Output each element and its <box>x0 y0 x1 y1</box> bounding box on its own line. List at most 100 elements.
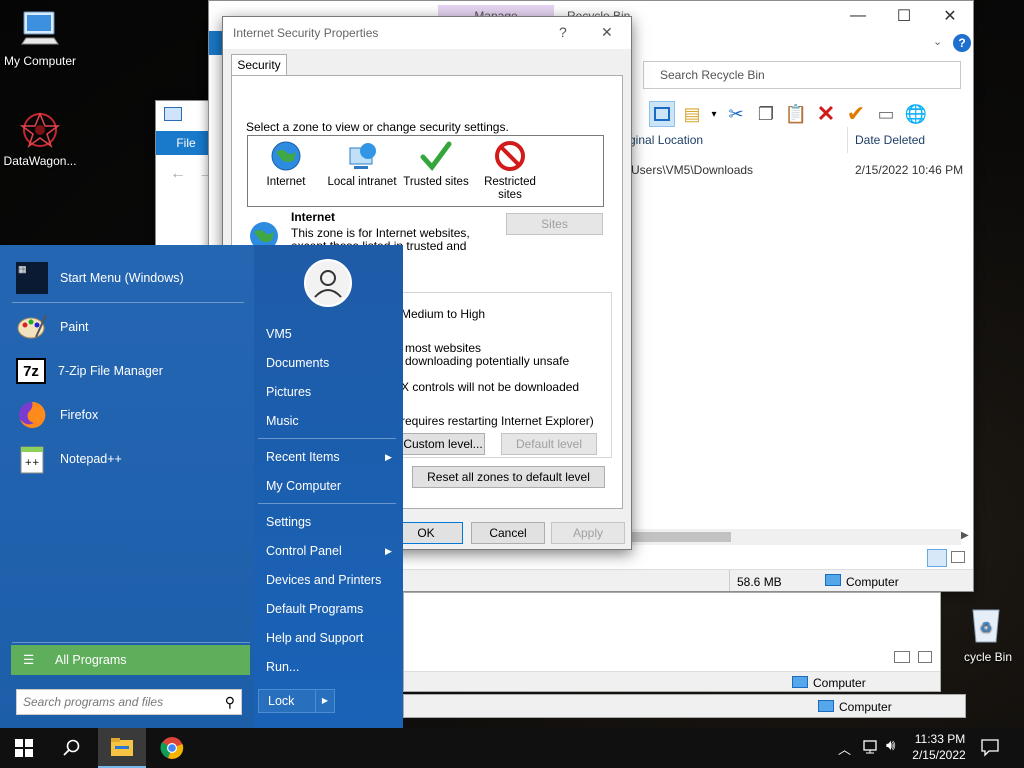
volume-icon[interactable]: 🔊︎ <box>886 737 895 754</box>
background-window-lower-2[interactable]: Computer <box>403 694 966 718</box>
background-window-lower-1[interactable]: Computer <box>403 592 941 692</box>
start-menu-separator <box>258 438 396 439</box>
zone-internet[interactable]: Internet <box>248 136 324 189</box>
rename-icon[interactable]: ▭ <box>873 101 899 127</box>
start-menu-link-run[interactable]: Run... <box>266 660 299 674</box>
reset-all-zones-button[interactable]: Reset all zones to default level <box>412 466 605 488</box>
dialog-title-bar[interactable]: Internet Security Properties ? ✕ <box>223 17 631 49</box>
horizontal-scrollbar[interactable] <box>609 529 961 545</box>
start-menu-link-documents[interactable]: Documents <box>266 356 329 370</box>
copy-icon[interactable]: ❐ <box>753 101 779 127</box>
recycle-bin-icon: ♻ <box>964 604 1008 648</box>
delete-icon[interactable]: ✕ <box>813 101 839 127</box>
start-menu-link-devices-printers[interactable]: Devices and Printers <box>266 573 381 587</box>
restore-check-icon[interactable]: ✔ <box>843 101 869 127</box>
minimize-icon[interactable]: — <box>835 1 881 31</box>
svg-text:♻: ♻ <box>980 620 993 636</box>
list-icon: ☰ <box>23 653 35 667</box>
help-button[interactable]: ? <box>559 24 567 40</box>
zone-trusted-sites[interactable]: Trusted sites <box>398 136 474 189</box>
view-details-icon[interactable] <box>927 549 947 567</box>
cut-icon[interactable]: ✂ <box>723 101 749 127</box>
desktop-icon-my-computer[interactable]: My Computer <box>0 8 80 68</box>
table-cell-date[interactable]: 2/15/2022 10:46 PM <box>855 163 963 177</box>
taskbar-file-explorer[interactable] <box>98 728 146 768</box>
start-menu-link-help-support[interactable]: Help and Support <box>266 631 363 645</box>
status-computer: Computer <box>839 700 892 714</box>
dropdown-arrow-icon[interactable]: ▾ <box>709 101 719 127</box>
taskbar-search-button[interactable] <box>48 728 96 768</box>
globe-toolbar-icon[interactable]: 🌐 <box>903 101 929 127</box>
cancel-button[interactable]: Cancel <box>471 522 545 544</box>
status-size: 58.6 MB <box>737 575 782 589</box>
column-header-date-deleted[interactable]: Date Deleted <box>855 133 925 147</box>
level-line-1: most websites <box>405 341 482 355</box>
desktop-icon-recycle-bin[interactable]: ♻ cycle Bin <box>946 604 1024 664</box>
search-icon: ⚲ <box>224 694 235 710</box>
zone-restricted-sites[interactable]: Restricted sites <box>472 136 548 202</box>
level-title: Medium to High <box>401 307 486 321</box>
close-icon[interactable]: ✕ <box>601 24 613 41</box>
column-divider[interactable] <box>847 127 848 153</box>
ribbon-file-tab[interactable]: File <box>156 131 216 155</box>
chrome-icon <box>160 737 184 759</box>
search-programs-input[interactable]: Search programs and files ⚲ <box>16 689 242 715</box>
desktop-icon-datawagon[interactable]: DataWagon... <box>0 108 80 168</box>
dialog-title: Internet Security Properties <box>233 26 379 40</box>
start-button[interactable] <box>0 728 48 768</box>
close-icon[interactable]: ✕ <box>927 1 973 31</box>
back-arrow-icon[interactable]: ← <box>170 165 186 183</box>
scroll-right-icon[interactable]: ▶ <box>961 530 969 541</box>
help-icon[interactable]: ? <box>953 34 971 52</box>
chevron-down-icon[interactable]: ⌄ <box>933 35 942 48</box>
taskbar-chrome[interactable] <box>148 728 196 768</box>
start-menu-link-vm5[interactable]: VM5 <box>266 327 292 341</box>
globe-icon <box>270 140 302 172</box>
view-details-icon[interactable] <box>894 651 910 663</box>
start-menu-separator <box>12 642 250 643</box>
tab-security[interactable]: Security <box>231 54 287 76</box>
default-level-button[interactable]: Default level <box>501 433 597 455</box>
view-tiles-icon[interactable] <box>918 651 932 663</box>
start-menu[interactable]: ▦ Start Menu (Windows) Paint 7z 7-Zip Fi… <box>0 245 403 728</box>
start-menu-link-control-panel[interactable]: Control Panel <box>266 544 342 558</box>
start-menu-link-default-programs[interactable]: Default Programs <box>266 602 363 616</box>
chevron-right-icon: ▶ <box>385 546 392 556</box>
zone-list[interactable]: Internet Local intranet Trusted sites Re… <box>247 135 604 207</box>
clock-date[interactable]: 2/15/2022 <box>910 748 968 762</box>
paste-icon[interactable]: 📋 <box>783 101 809 127</box>
start-menu-item-7zip[interactable]: 7z 7-Zip File Manager <box>16 354 163 388</box>
custom-level-button[interactable]: Custom level... <box>401 433 485 455</box>
avatar[interactable] <box>304 259 352 307</box>
window-icon <box>164 107 182 121</box>
column-header-original-location[interactable]: ginal Location <box>629 133 703 147</box>
show-hidden-icons-chevron-icon[interactable]: ︿ <box>838 739 851 758</box>
notifications-icon[interactable] <box>980 737 1000 760</box>
level-line-3: X controls will not be downloaded <box>401 380 580 394</box>
paint-icon <box>16 311 48 343</box>
clock-time[interactable]: 11:33 PM <box>912 732 968 746</box>
start-menu-link-my-computer[interactable]: My Computer <box>266 479 341 493</box>
maximize-icon[interactable]: ☐ <box>881 1 927 31</box>
sites-button[interactable]: Sites <box>506 213 603 235</box>
start-menu-item-paint[interactable]: Paint <box>16 310 89 344</box>
zone-instruction: Select a zone to view or change security… <box>246 120 509 134</box>
start-menu-link-music[interactable]: Music <box>266 414 299 428</box>
start-menu-item-firefox[interactable]: Firefox <box>16 398 98 432</box>
lock-options-button[interactable]: ▶ <box>316 689 335 713</box>
zone-local-intranet[interactable]: Local intranet <box>324 136 400 189</box>
view-tiles-icon[interactable] <box>951 551 965 563</box>
all-programs-button[interactable]: ☰ All Programs <box>11 645 250 675</box>
apply-button[interactable]: Apply <box>551 522 625 544</box>
properties-icon[interactable]: ▤ <box>679 101 705 127</box>
table-cell-location[interactable]: Users\VM5\Downloads <box>631 163 753 177</box>
start-menu-item-start-menu-windows[interactable]: ▦ Start Menu (Windows) <box>16 261 184 295</box>
start-menu-link-settings[interactable]: Settings <box>266 515 311 529</box>
view-pane-icon[interactable] <box>649 101 675 127</box>
start-menu-link-recent-items[interactable]: Recent Items <box>266 450 340 464</box>
lock-button[interactable]: Lock <box>258 689 316 713</box>
network-icon[interactable] <box>862 738 880 759</box>
search-input[interactable]: Search Recycle Bin <box>643 61 961 89</box>
start-menu-item-notepadpp[interactable]: ++ Notepad++ <box>16 442 122 476</box>
start-menu-link-pictures[interactable]: Pictures <box>266 385 311 399</box>
